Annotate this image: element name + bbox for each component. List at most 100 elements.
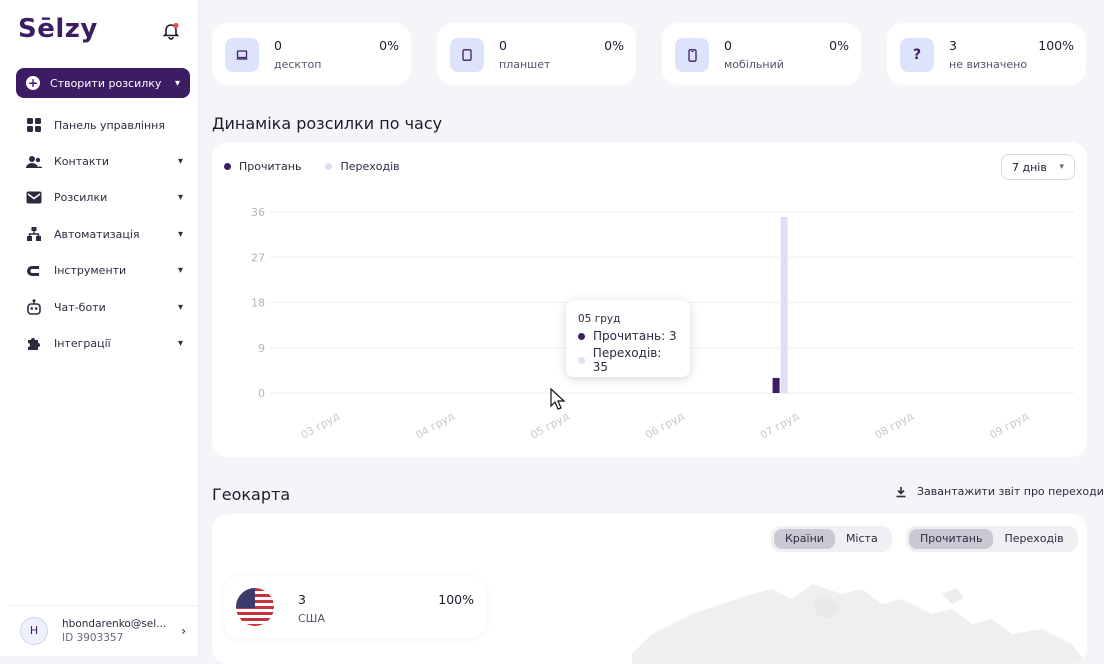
- bar-read: [772, 377, 780, 393]
- user-id: ID 3903357: [62, 632, 124, 644]
- range-select-value: 7 днів: [1012, 160, 1047, 174]
- device-percent: 100%: [1038, 38, 1074, 53]
- tooltip-dot: [578, 356, 585, 364]
- tablet-icon: [450, 38, 484, 72]
- scope-toggle: Країни Міста: [771, 526, 892, 552]
- chevron-down-icon: ▾: [177, 265, 183, 277]
- chart-legend: Прочитань Переходів: [224, 160, 424, 173]
- x-tick-label: 06 груд: [644, 410, 687, 442]
- sidebar-item-campaigns[interactable]: Розсилки ▾: [0, 180, 199, 216]
- dynamics-chart-card: 0 9 18 27 36 03 груд 04 груд 05 груд 06 груд 07 г…: [212, 142, 1087, 457]
- country-percent: 100%: [438, 592, 474, 607]
- device-card-undefined: ? 3 не визначено 100%: [887, 23, 1086, 85]
- sidebar-item-integrations[interactable]: Інтеграції ▾: [0, 325, 199, 361]
- legend-label: Прочитань: [239, 160, 302, 173]
- chevron-down-icon: ▾: [177, 338, 183, 350]
- legend-dot: [325, 163, 333, 170]
- mail-icon: [26, 190, 42, 206]
- device-label: десктоп: [274, 58, 322, 71]
- tab-read[interactable]: Прочитань: [909, 529, 994, 549]
- tooltip-clicks-text: Переходів: 35: [592, 346, 662, 374]
- legend-item-clicks[interactable]: Переходів: [325, 160, 400, 173]
- user-email: hbondarenko@sel...: [62, 618, 167, 630]
- plus-icon: +: [26, 76, 40, 90]
- device-count: 3: [949, 38, 957, 53]
- mobile-icon: [675, 38, 709, 72]
- sidebar-item-label: Інструменти: [54, 264, 127, 278]
- sidebar-item-label: Розсилки: [54, 191, 108, 205]
- metric-toggle: Прочитань Переходів: [906, 526, 1078, 552]
- geo-card: Країни Міста Прочитань Переходів 3 США 1…: [212, 514, 1087, 664]
- tooltip-date: 05 груд: [578, 313, 621, 325]
- sidebar-item-tools[interactable]: Інструменти ▾: [0, 253, 199, 289]
- sidebar: Sēlzy + Створити розсилку ▾ Панель управ…: [0, 0, 199, 656]
- bar-clicks: [780, 217, 788, 393]
- sidebar-item-contacts[interactable]: Контакти ▾: [0, 143, 199, 179]
- user-profile[interactable]: H hbondarenko@sel... ID 3903357 ›: [8, 605, 198, 656]
- sidebar-item-label: Контакти: [54, 155, 110, 169]
- device-card-desktop: 0 десктоп 0%: [212, 23, 411, 85]
- device-label: мобільний: [724, 58, 784, 71]
- automation-icon: [26, 226, 42, 242]
- x-tick-label: 08 груд: [873, 410, 916, 442]
- chevron-down-icon: ▾: [177, 156, 183, 168]
- x-tick-label: 07 груд: [758, 410, 801, 442]
- create-campaign-label: Створити розсилку: [50, 76, 162, 90]
- device-count: 0: [499, 38, 507, 53]
- x-tick-label: 05 груд: [529, 410, 572, 442]
- world-map: [632, 584, 1087, 664]
- sidebar-nav: Панель управління Контакти ▾ Розсилки ▾ …: [0, 107, 199, 362]
- tooltip-row-clicks: Переходів: 35: [578, 346, 678, 374]
- device-count: 0: [274, 38, 282, 53]
- country-name: США: [298, 612, 325, 625]
- y-tick-label: 0: [258, 387, 265, 400]
- avatar: H: [20, 617, 48, 645]
- sidebar-item-label: Панель управління: [54, 118, 165, 132]
- device-card-tablet: 0 планшет 0%: [437, 23, 636, 85]
- tab-clicks[interactable]: Переходів: [993, 529, 1074, 549]
- device-percent: 0%: [379, 38, 399, 53]
- dynamics-title: Динаміка розсилки по часу: [212, 114, 443, 133]
- sidebar-item-dashboard[interactable]: Панель управління: [0, 107, 199, 143]
- country-count: 3: [298, 592, 306, 607]
- download-report-label: Завантажити звіт про переходи: [917, 485, 1104, 498]
- download-icon: [895, 486, 907, 498]
- question-icon: ?: [900, 38, 934, 72]
- desktop-icon: [225, 38, 259, 72]
- y-tick-label: 18: [251, 297, 265, 310]
- legend-dot: [224, 163, 231, 170]
- device-label: планшет: [499, 58, 551, 71]
- sidebar-item-label: Чат-боти: [54, 300, 106, 314]
- tab-cities[interactable]: Міста: [835, 529, 889, 549]
- mouse-cursor-icon: [550, 388, 566, 410]
- y-tick-label: 27: [251, 251, 265, 264]
- puzzle-icon: [26, 336, 42, 352]
- legend-label: Переходів: [340, 160, 400, 173]
- chevron-right-icon: ›: [181, 624, 186, 638]
- create-campaign-button[interactable]: + Створити розсилку ▾: [16, 68, 190, 98]
- us-flag-icon: [236, 588, 274, 626]
- y-tick-label: 9: [258, 342, 265, 355]
- device-percent: 0%: [829, 38, 849, 53]
- chevron-down-icon: ▾: [174, 77, 180, 89]
- sidebar-item-chatbots[interactable]: Чат-боти ▾: [0, 289, 199, 325]
- sidebar-item-label: Автоматизація: [54, 227, 140, 241]
- notification-bell-icon[interactable]: [162, 22, 180, 40]
- tab-countries[interactable]: Країни: [774, 529, 835, 549]
- country-card-usa[interactable]: 3 США 100%: [224, 576, 486, 638]
- chart-tooltip: 05 груд Прочитань: 3 Переходів: 35: [566, 300, 690, 377]
- device-percent: 0%: [604, 38, 624, 53]
- x-tick-label: 04 груд: [414, 410, 457, 442]
- chevron-down-icon: ▾: [177, 301, 183, 313]
- chevron-down-icon: ▾: [177, 228, 183, 240]
- legend-item-read[interactable]: Прочитань: [224, 160, 301, 173]
- chevron-down-icon: ▾: [177, 192, 183, 204]
- tooltip-row-read: Прочитань: 3: [578, 329, 678, 343]
- sidebar-item-automation[interactable]: Автоматизація ▾: [0, 216, 199, 252]
- download-report-link[interactable]: Завантажити звіт про переходи: [895, 485, 1104, 498]
- dashboard-icon: [26, 117, 42, 133]
- range-select[interactable]: 7 днів ▾: [1001, 154, 1075, 180]
- sidebar-item-label: Інтеграції: [54, 337, 111, 351]
- logo[interactable]: Sēlzy: [18, 14, 98, 44]
- tooltip-read-text: Прочитань: 3: [593, 329, 677, 343]
